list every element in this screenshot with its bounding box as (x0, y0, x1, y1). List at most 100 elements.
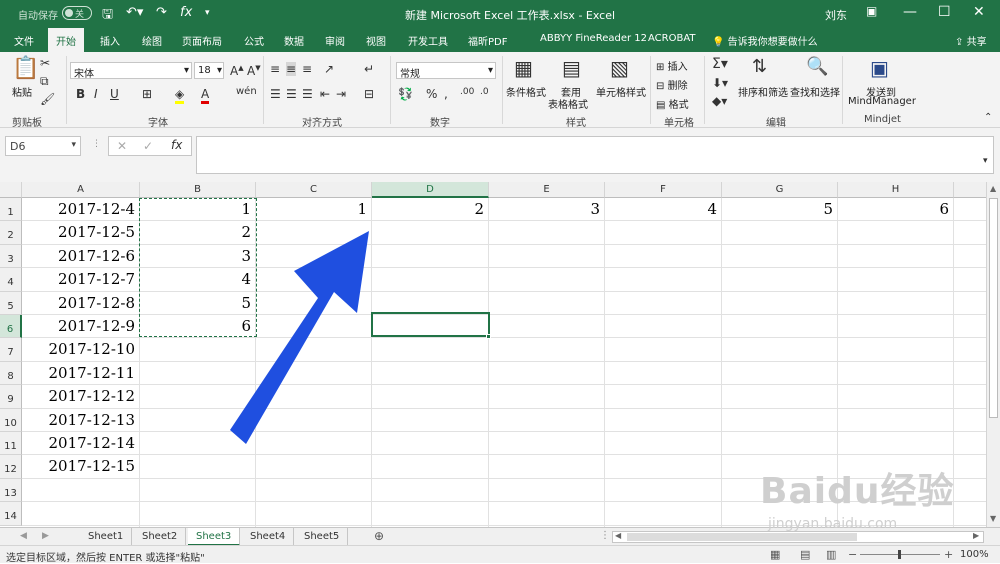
cell-styles-icon[interactable]: ▧ (610, 56, 629, 80)
paste-icon[interactable]: 📋 (12, 56, 39, 81)
normal-view-icon[interactable]: ▦ (770, 548, 780, 561)
autosum-icon[interactable]: Σ▾ (712, 56, 728, 72)
underline-icon[interactable]: U (110, 87, 119, 101)
tab-insert[interactable]: 插入 (100, 33, 120, 48)
delete-cells-button[interactable]: ⊟ 删除 (656, 77, 688, 92)
vertical-scrollbar[interactable]: ▲ ▼ (986, 182, 1000, 527)
sort-filter-label[interactable]: 排序和筛选 (738, 84, 788, 99)
prev-sheet-icon[interactable]: ◀ (20, 531, 27, 541)
align-center-icon[interactable]: ☰ (286, 87, 297, 101)
align-right-icon[interactable]: ☰ (302, 87, 313, 101)
insert-function-icon[interactable]: fx (171, 138, 182, 152)
horizontal-scrollbar[interactable]: ◀ ▶ (612, 531, 984, 543)
sheet-tab-5[interactable]: Sheet5 (296, 528, 349, 546)
save-icon[interactable]: 🖫 (102, 5, 113, 27)
format-table-label-2[interactable]: 表格格式 (548, 96, 588, 111)
fill-color-icon[interactable]: ◈ (175, 87, 185, 104)
page-layout-view-icon[interactable]: ▤ (800, 548, 810, 561)
paste-label[interactable]: 粘贴 (12, 84, 32, 99)
name-box[interactable]: D6 ▾ (5, 136, 81, 156)
align-left-icon[interactable]: ☰ (270, 87, 281, 101)
currency-icon[interactable]: 💱 (398, 87, 413, 101)
autosave-toggle[interactable]: 关 (62, 6, 92, 20)
clear-icon[interactable]: ◆▾ (712, 94, 727, 108)
sheet-tab-4[interactable]: Sheet4 (242, 528, 295, 546)
align-middle-icon[interactable]: ≡ (286, 62, 297, 76)
cell-styles-label[interactable]: 单元格样式 (596, 84, 646, 99)
tab-formulas[interactable]: 公式 (244, 33, 264, 48)
conditional-format-label[interactable]: 条件格式 (506, 84, 546, 99)
tab-page-layout[interactable]: 页面布局 (182, 33, 222, 48)
scroll-left-icon[interactable]: ◀ (615, 531, 621, 540)
format-cells-button[interactable]: ▤ 格式 (656, 96, 689, 111)
tab-developer[interactable]: 开发工具 (408, 33, 448, 48)
tab-home[interactable]: 开始 (48, 28, 84, 52)
tab-draw[interactable]: 绘图 (142, 33, 162, 48)
close-icon[interactable]: ✕ (973, 4, 985, 20)
decrease-font-icon[interactable]: A▼ (247, 64, 261, 78)
orientation-icon[interactable]: ↗ (324, 62, 334, 76)
scroll-down-icon[interactable]: ▼ (990, 514, 996, 523)
tab-data[interactable]: 数据 (284, 33, 304, 48)
scroll-up-icon[interactable]: ▲ (990, 184, 996, 193)
font-name-select[interactable]: 宋体 ▾ (70, 62, 192, 80)
confirm-icon[interactable]: ✓ (143, 139, 153, 153)
wrap-text-icon[interactable]: ↵ (364, 62, 374, 76)
sheet-tab-1[interactable]: Sheet1 (80, 528, 133, 546)
align-bottom-icon[interactable]: ≡ (302, 62, 312, 76)
increase-decimal-icon[interactable]: .00 (460, 87, 474, 97)
tab-abbyy[interactable]: ABBYY FineReader 12 (540, 33, 647, 44)
tab-review[interactable]: 审阅 (325, 33, 345, 48)
ribbon-display-icon[interactable]: ▣ (866, 4, 877, 18)
scroll-thumb[interactable] (989, 198, 998, 418)
formula-input[interactable] (196, 136, 994, 174)
horizontal-scroll-thumb[interactable] (627, 533, 857, 541)
tab-acrobat[interactable]: ACROBAT (648, 33, 696, 44)
format-painter-icon[interactable]: 🖌 (40, 92, 55, 106)
zoom-in-icon[interactable]: + (944, 548, 953, 561)
tell-me-box[interactable]: 💡 告诉我你想要做什么 (712, 33, 818, 48)
indent-decrease-icon[interactable]: ⇤ (320, 87, 330, 101)
cut-icon[interactable]: ✂ (40, 56, 50, 70)
sort-filter-icon[interactable]: ⇅ (752, 56, 767, 77)
find-select-icon[interactable]: 🔍 (806, 56, 828, 77)
collapse-ribbon-icon[interactable]: ⌃ (984, 112, 992, 123)
drag-handle-icon[interactable]: ⋮ (92, 139, 101, 149)
sheet-tab-3[interactable]: Sheet3 (188, 528, 241, 546)
tab-view[interactable]: 视图 (366, 33, 386, 48)
tab-foxit-pdf[interactable]: 福昕PDF (468, 33, 507, 48)
increase-font-icon[interactable]: A▲ (230, 64, 244, 78)
zoom-slider-thumb[interactable] (898, 550, 901, 559)
decrease-decimal-icon[interactable]: .0 (480, 87, 489, 97)
bold-icon[interactable]: B (76, 87, 85, 101)
find-select-label[interactable]: 查找和选择 (790, 84, 840, 99)
merge-center-icon[interactable]: ⊟ (364, 87, 374, 101)
copy-icon[interactable]: ⧉ (40, 74, 49, 89)
fill-icon[interactable]: ⬇▾ (712, 76, 728, 90)
user-name[interactable]: 刘东 (825, 7, 847, 23)
cancel-icon[interactable]: ✕ (117, 139, 127, 153)
fx-qat-icon[interactable]: fx (180, 5, 192, 20)
zoom-level[interactable]: 100% (960, 549, 989, 560)
format-table-icon[interactable]: ▤ (562, 56, 581, 80)
mindmanager-icon[interactable]: ▣ (870, 56, 889, 80)
sheet-tab-2[interactable]: Sheet2 (134, 528, 187, 546)
phonetic-icon[interactable]: wén (236, 86, 257, 97)
border-icon[interactable]: ⊞ (142, 87, 152, 101)
italic-icon[interactable]: I (94, 87, 98, 101)
insert-cells-button[interactable]: ⊞ 插入 (656, 58, 688, 73)
conditional-format-icon[interactable]: ▦ (514, 56, 533, 80)
percent-icon[interactable]: % (426, 87, 437, 101)
share-button[interactable]: ⇪ 共享 (955, 33, 987, 48)
maximize-icon[interactable]: ☐ (938, 4, 951, 20)
scroll-right-icon[interactable]: ▶ (973, 531, 979, 540)
zoom-out-icon[interactable]: − (848, 548, 857, 561)
indent-increase-icon[interactable]: ⇥ (336, 87, 346, 101)
align-top-icon[interactable]: ≡ (270, 62, 280, 76)
expand-formula-icon[interactable]: ▾ (983, 156, 988, 166)
font-color-icon[interactable]: A (201, 87, 210, 104)
page-break-view-icon[interactable]: ▥ (826, 548, 836, 561)
undo-icon[interactable]: ↶▾ (126, 5, 143, 20)
comma-icon[interactable]: , (444, 87, 448, 101)
number-format-select[interactable]: 常规 ▾ (396, 62, 496, 80)
